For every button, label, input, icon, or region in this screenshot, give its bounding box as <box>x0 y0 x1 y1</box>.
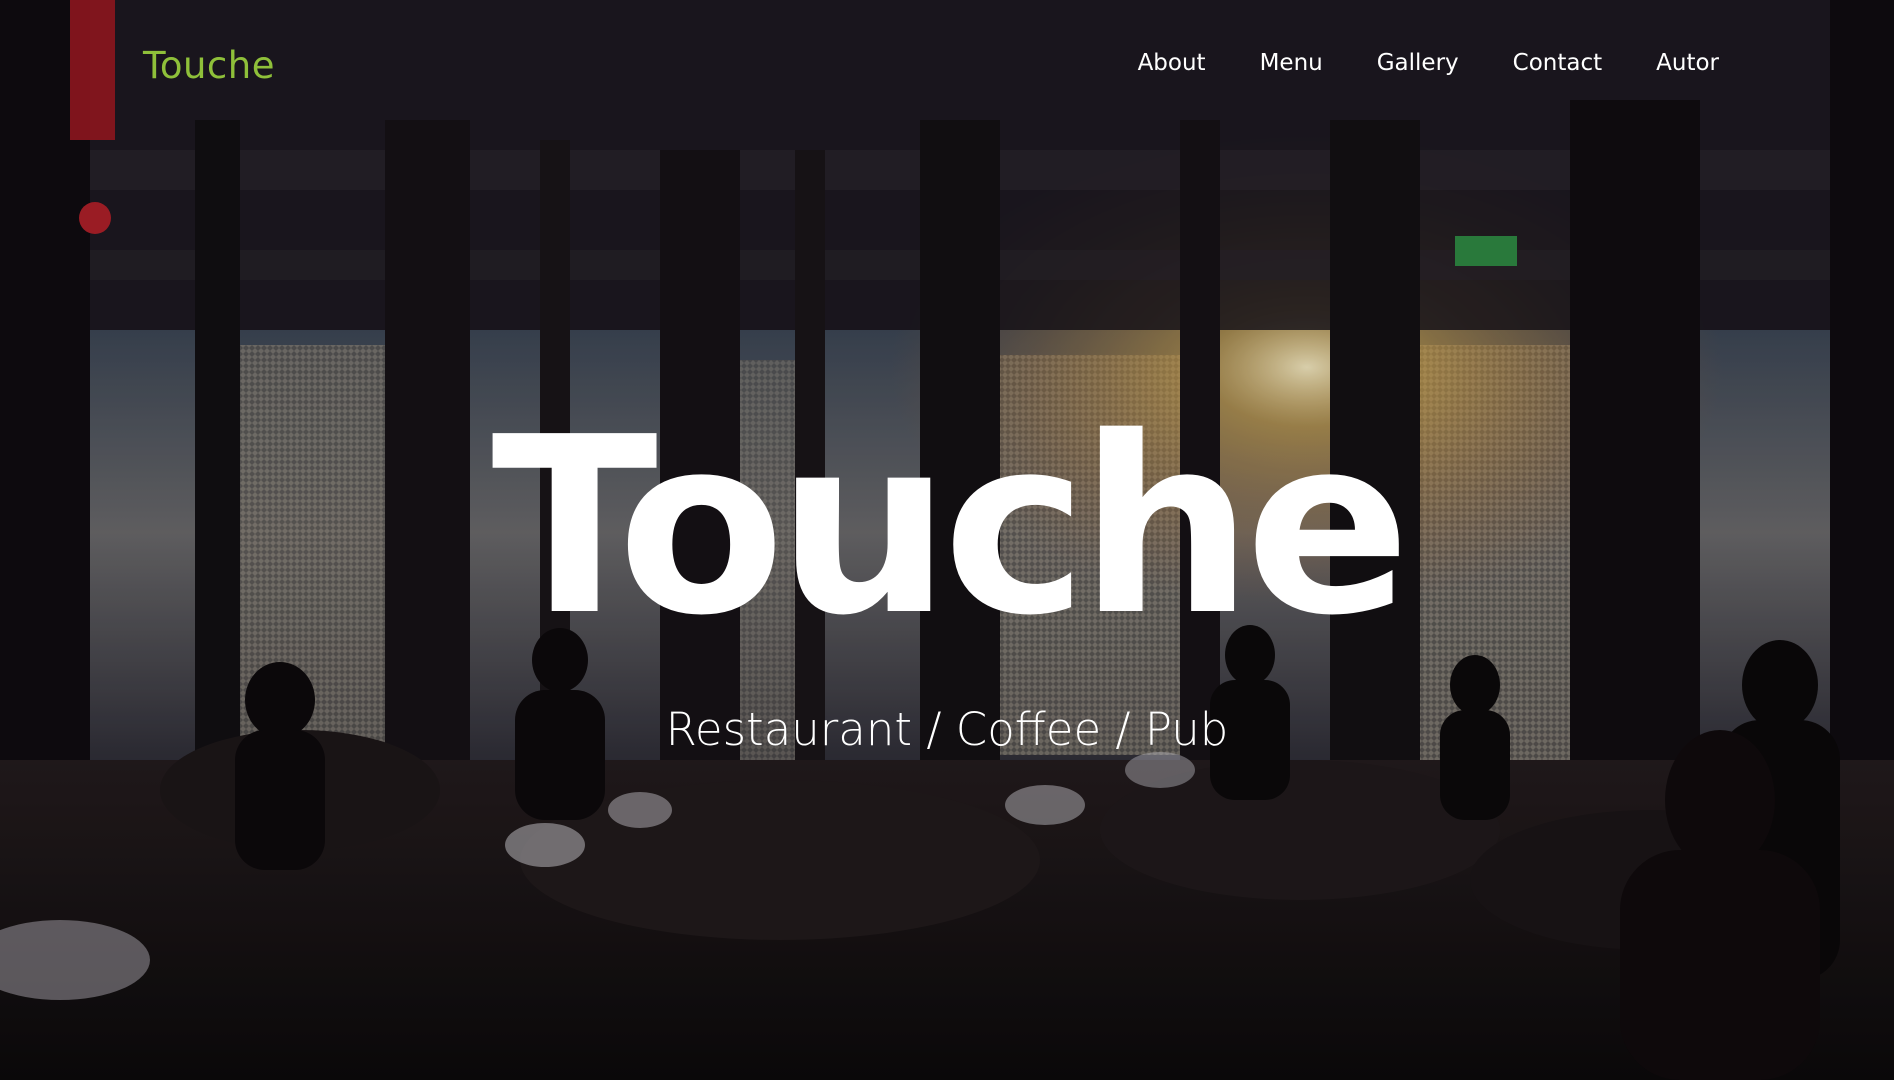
hero-title: Touche <box>491 385 1410 669</box>
nav-item-autor: Autor <box>1656 50 1719 76</box>
hero-section: Touche About Menu Gallery Contact Autor … <box>0 0 1894 1080</box>
nav-item-menu: Menu <box>1260 50 1323 76</box>
main-navigation: About Menu Gallery Contact Autor <box>1138 50 1719 76</box>
nav-link-contact[interactable]: Contact <box>1513 50 1602 76</box>
nav-link-menu[interactable]: Menu <box>1260 50 1323 76</box>
nav-link-gallery[interactable]: Gallery <box>1377 50 1459 76</box>
nav-item-about: About <box>1138 50 1206 76</box>
nav-item-gallery: Gallery <box>1377 50 1459 76</box>
nav-link-autor[interactable]: Autor <box>1656 50 1719 76</box>
nav-item-contact: Contact <box>1513 50 1602 76</box>
hero-subtitle: Restaurant / Coffee / Pub <box>665 703 1229 756</box>
nav-link-about[interactable]: About <box>1138 50 1206 76</box>
top-navbar: Touche About Menu Gallery Contact Autor <box>0 0 1894 135</box>
brand-logo-link[interactable]: Touche <box>143 44 275 87</box>
